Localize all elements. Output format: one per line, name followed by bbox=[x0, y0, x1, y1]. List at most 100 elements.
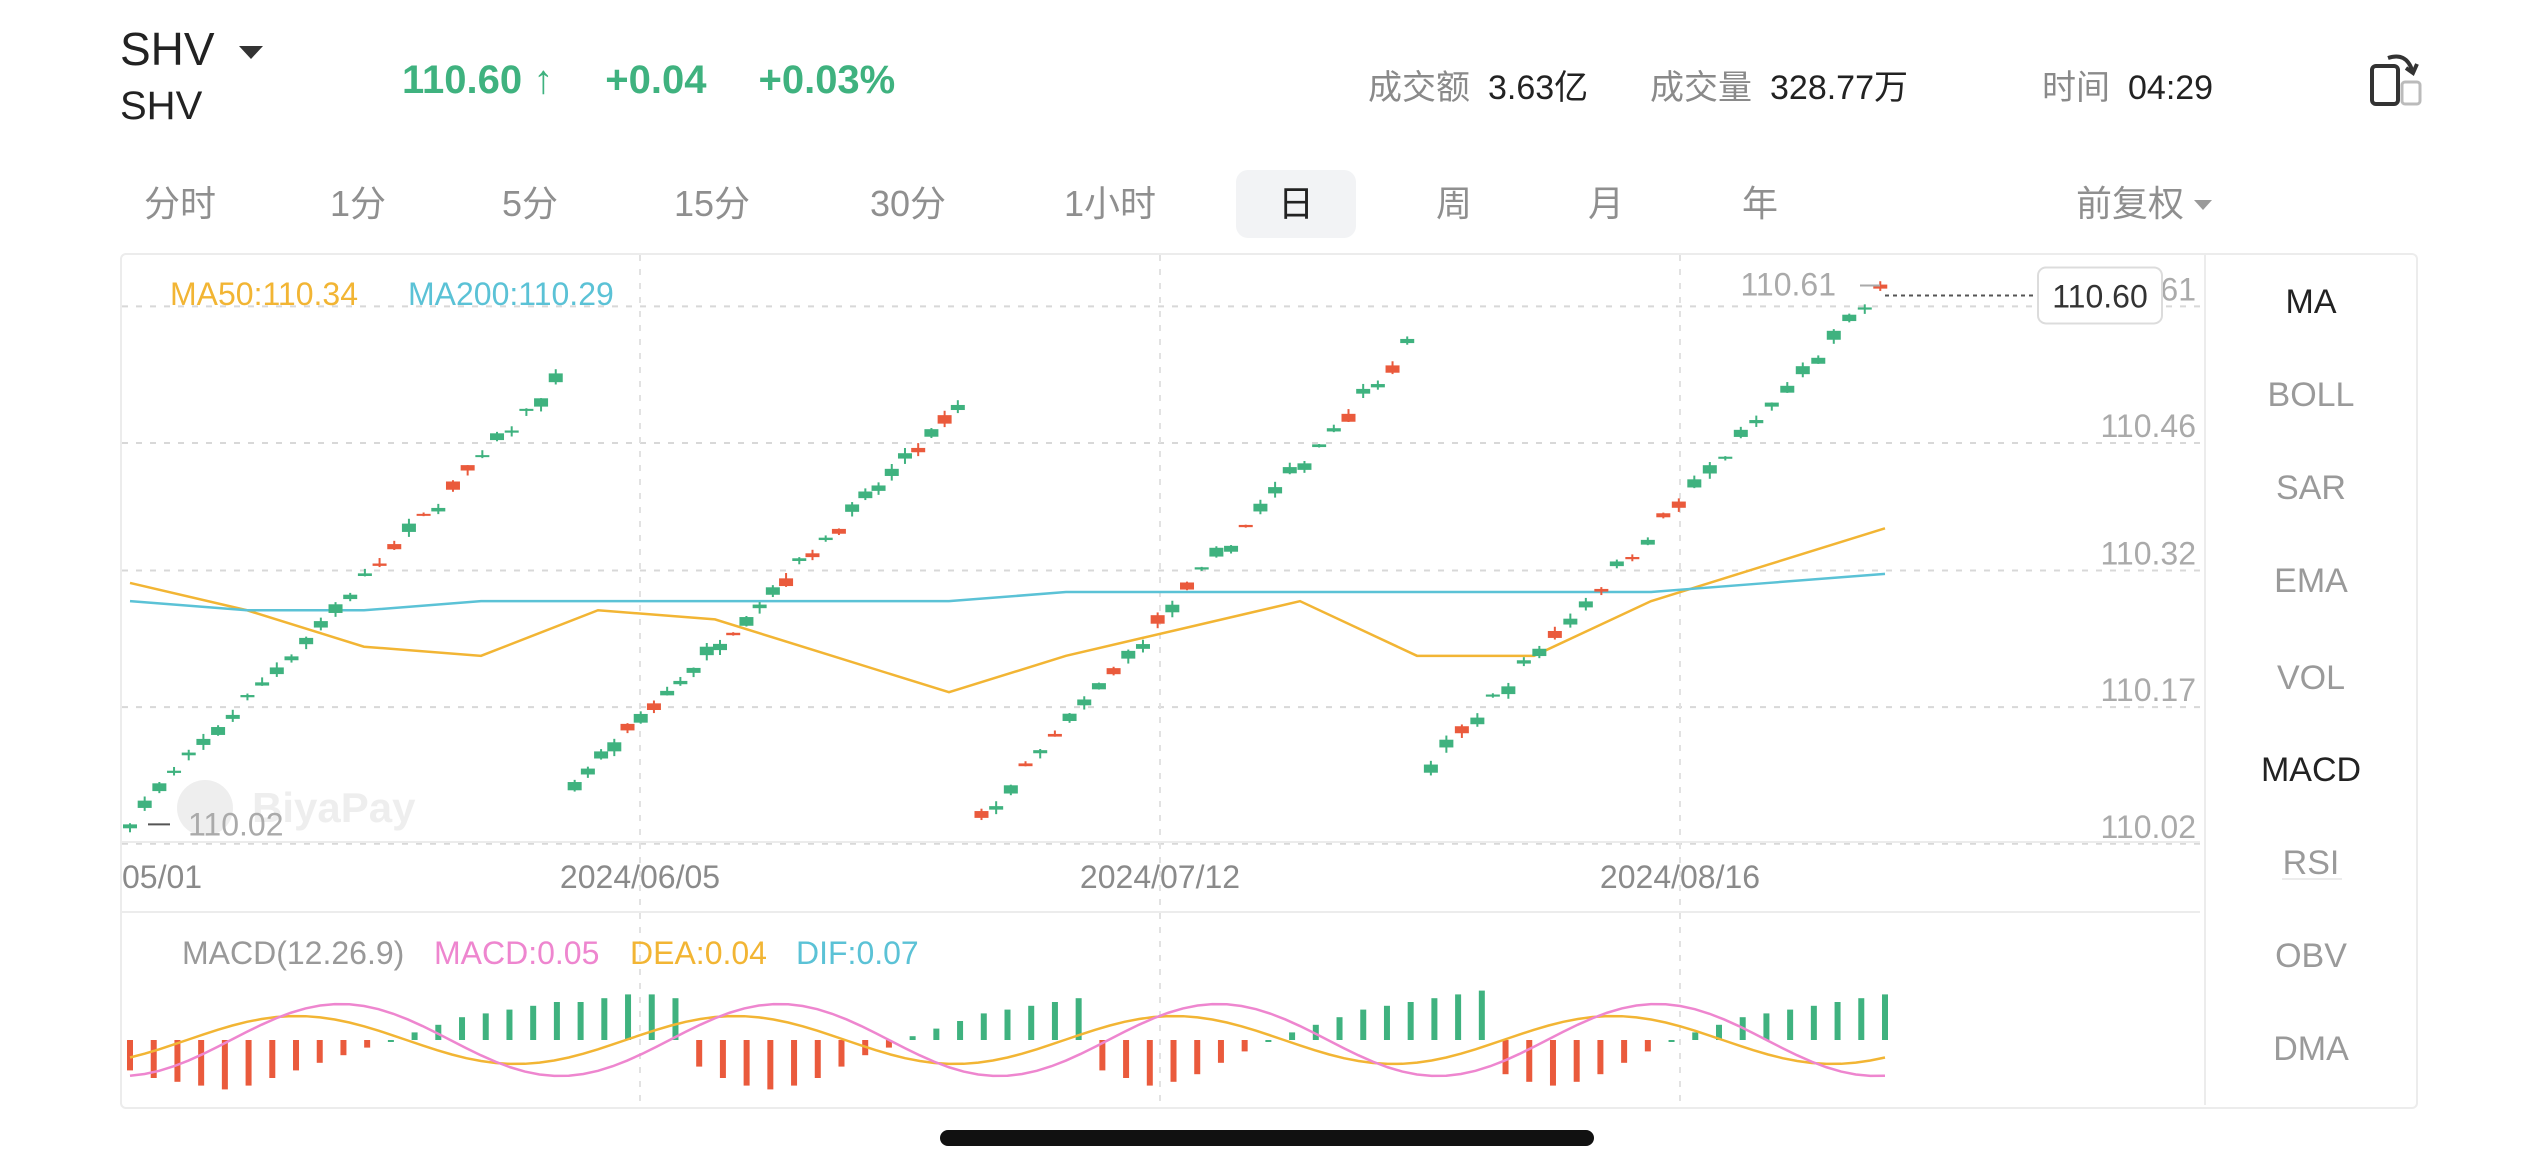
macd-bar bbox=[1146, 1040, 1153, 1086]
macd-legend-0: MACD:0.05 bbox=[434, 935, 599, 971]
chart-canvas[interactable]: BiyaPay 110.61110.46110.32110.17110.02 0… bbox=[0, 0, 2532, 1170]
candle-body bbox=[1547, 630, 1562, 638]
macd-bar bbox=[1810, 1005, 1817, 1040]
candle-body bbox=[1150, 615, 1165, 624]
indicator-list: MA BOLL SAR EMA VOL MACD RSI OBV DMA bbox=[2204, 255, 2416, 1105]
candle-body bbox=[1062, 713, 1077, 721]
candle-body bbox=[313, 621, 328, 628]
candle-body bbox=[152, 783, 167, 792]
candle-body bbox=[1826, 330, 1841, 340]
candle-body bbox=[460, 465, 475, 471]
candle-body bbox=[1764, 402, 1779, 407]
indicator-sar[interactable]: SAR bbox=[2206, 469, 2416, 508]
candle-body bbox=[1625, 556, 1640, 560]
candle-body bbox=[1341, 413, 1356, 422]
candles bbox=[123, 281, 1888, 833]
candle-body bbox=[401, 523, 416, 532]
candle-body bbox=[534, 398, 549, 407]
candle-body bbox=[1749, 420, 1764, 424]
candle-body bbox=[1385, 365, 1400, 373]
candle-body bbox=[699, 646, 714, 656]
candle-body bbox=[196, 738, 211, 745]
legend-ma50: MA50:110.34 bbox=[170, 276, 358, 312]
ma50-line bbox=[129, 527, 1886, 694]
candle-body bbox=[660, 690, 675, 696]
x-axis: 05/01 2024/06/05 2024/07/12 2024/08/16 bbox=[122, 859, 1760, 895]
indicator-rsi[interactable]: RSI bbox=[2206, 844, 2416, 883]
candle-body bbox=[123, 824, 137, 829]
candle-body bbox=[1106, 668, 1121, 675]
candle-body bbox=[937, 415, 952, 424]
candle-body bbox=[1702, 465, 1717, 474]
macd-bar bbox=[577, 1002, 584, 1040]
candle-body bbox=[1356, 388, 1371, 394]
macd-bar bbox=[1597, 1040, 1604, 1075]
candle-body bbox=[1470, 717, 1485, 725]
macd-bar bbox=[909, 1036, 916, 1040]
candle-body bbox=[739, 617, 754, 626]
macd-bar bbox=[1478, 990, 1485, 1040]
macd-bar bbox=[838, 1040, 845, 1067]
candle-body bbox=[328, 604, 343, 613]
y-tick-label: 110.02 bbox=[2101, 809, 2197, 845]
indicator-vol[interactable]: VOL bbox=[2206, 659, 2416, 698]
indicator-boll[interactable]: BOLL bbox=[2206, 376, 2416, 415]
macd-bar bbox=[1217, 1040, 1224, 1063]
candle-body bbox=[924, 429, 939, 437]
y-axis: 110.61110.46110.32110.17110.02 bbox=[2101, 271, 2197, 844]
macd-bar bbox=[411, 1032, 418, 1040]
macd-bar bbox=[293, 1040, 300, 1071]
x-tick-label: 05/01 bbox=[122, 859, 202, 895]
indicator-dma[interactable]: DMA bbox=[2206, 1030, 2416, 1069]
candle-body bbox=[299, 637, 314, 645]
candle-body bbox=[607, 742, 622, 752]
low-marker-label: 110.02 bbox=[188, 806, 284, 842]
candle-body bbox=[1439, 739, 1454, 748]
candle-body bbox=[1733, 429, 1748, 437]
indicator-ma[interactable]: MA bbox=[2206, 283, 2416, 322]
indicator-obv[interactable]: OBV bbox=[2206, 937, 2416, 976]
home-indicator[interactable] bbox=[940, 1130, 1594, 1146]
candle-body bbox=[845, 504, 860, 512]
candle-body bbox=[519, 408, 534, 411]
macd-bar bbox=[1834, 1002, 1841, 1040]
indicator-ema[interactable]: EMA bbox=[2206, 562, 2416, 601]
candle-body bbox=[1485, 694, 1500, 697]
macd-bar bbox=[1455, 994, 1462, 1040]
candle-body bbox=[167, 770, 182, 773]
candle-body bbox=[792, 558, 807, 561]
macd-bar bbox=[174, 1040, 181, 1082]
y-tick-label: 110.17 bbox=[2101, 672, 2197, 708]
candle-body bbox=[974, 811, 989, 818]
candle-body bbox=[1033, 750, 1048, 754]
macd-bar bbox=[980, 1013, 987, 1040]
candle-body bbox=[1811, 357, 1826, 364]
candle-body bbox=[1400, 338, 1415, 344]
candle-body bbox=[1282, 467, 1297, 474]
macd-bar bbox=[791, 1040, 798, 1086]
price-markers: 110.61 110.02 110.60 bbox=[148, 266, 2163, 842]
indicator-macd[interactable]: MACD bbox=[2206, 751, 2416, 790]
macd-bar bbox=[1763, 1013, 1770, 1040]
candle-body bbox=[387, 544, 402, 550]
macd-bar bbox=[1526, 1040, 1533, 1082]
macd-bar bbox=[1621, 1040, 1628, 1063]
x-tick-label: 2024/07/12 bbox=[1080, 859, 1240, 895]
candle-body bbox=[779, 578, 794, 587]
macd-bar bbox=[1573, 1040, 1580, 1082]
macd-bar bbox=[1644, 1040, 1651, 1052]
candle-body bbox=[1671, 501, 1686, 508]
candle-body bbox=[240, 695, 255, 698]
candle-body bbox=[1857, 307, 1872, 310]
macd-bar bbox=[1858, 998, 1865, 1040]
macd-bar bbox=[1787, 1009, 1794, 1040]
candle-body bbox=[567, 782, 582, 791]
macd-bar bbox=[269, 1040, 276, 1078]
macd-bar bbox=[767, 1040, 774, 1090]
candle-body bbox=[818, 537, 833, 541]
macd-bar bbox=[933, 1028, 940, 1040]
candle-body bbox=[594, 751, 609, 759]
last-price-label: 110.60 bbox=[2052, 278, 2148, 314]
candle-body bbox=[137, 800, 152, 808]
candle-body bbox=[989, 806, 1004, 810]
